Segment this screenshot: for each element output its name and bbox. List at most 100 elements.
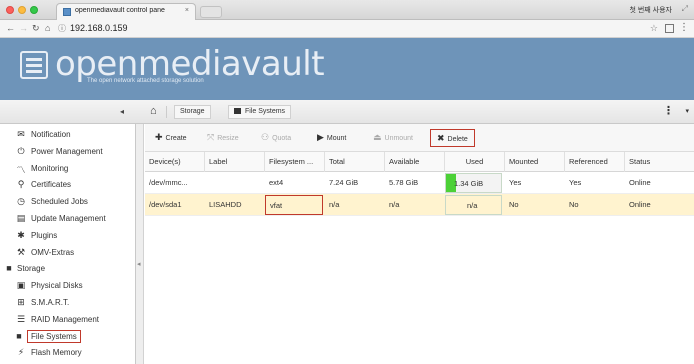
cell-available: 5.78 GiB	[389, 178, 419, 187]
sidebar-item-s-m-a-r-t[interactable]: ⊞ S.M.A.R.T.	[0, 296, 136, 312]
smart-icon: ⊞	[17, 297, 25, 307]
sidebar-item-label: Monitoring	[31, 163, 69, 173]
x-icon: ✖	[437, 133, 445, 143]
profile-label[interactable]: 첫 번째 사용자	[629, 5, 672, 15]
logo-tagline: The open network attached storage soluti…	[87, 78, 204, 84]
column-header-available[interactable]: Available	[385, 152, 445, 172]
cell-referenced: Yes	[569, 178, 582, 187]
used-text: n/a	[467, 201, 478, 210]
breadcrumb-file-systems-label: File Systems	[245, 108, 286, 115]
info-icon[interactable]: ⓘ	[58, 23, 66, 34]
flash-icon: ⚡	[17, 347, 25, 358]
delete-button[interactable]: ✖ Delete	[430, 129, 475, 147]
column-header-used[interactable]: Used	[445, 152, 505, 172]
cell-referenced: No	[569, 200, 579, 209]
sidebar-item-scheduled-jobs[interactable]: ◷ Scheduled Jobs	[0, 195, 136, 211]
toolbar-caret-icon[interactable]: ▾	[685, 107, 689, 115]
new-tab-button[interactable]	[200, 6, 222, 18]
sidebar-item-physical-disks[interactable]: ▣ Physical Disks	[0, 279, 136, 295]
resize-button[interactable]: ⤧ Resize	[201, 129, 245, 147]
browser-menu-icon[interactable]: ⋮	[679, 22, 689, 33]
sidebar-item-label: Scheduled Jobs	[31, 197, 88, 207]
home-icon[interactable]: ⌂	[45, 23, 50, 33]
url-field[interactable]: 192.168.0.159	[70, 23, 128, 33]
sidebar-item-omv-extras[interactable]: ⚒ OMV-Extras	[0, 246, 136, 262]
quota-button[interactable]: ⚇ Quota	[255, 129, 297, 147]
column-header-status[interactable]: Status	[625, 152, 694, 172]
toolbar-menu-icon[interactable]: ⋮	[663, 104, 674, 117]
window-minimize-button[interactable]	[18, 6, 26, 14]
sidebar-item-update-management[interactable]: ▤ Update Management	[0, 212, 136, 228]
column-header-label[interactable]: Label	[205, 152, 265, 172]
certificate-icon: ⚲	[17, 179, 25, 190]
resize-label: Resize	[217, 135, 239, 142]
sidebar-item-label: RAID Management	[31, 314, 100, 324]
forward-icon[interactable]: →	[19, 23, 28, 33]
sidebar-item-plugins[interactable]: ✱ Plugins	[0, 229, 136, 245]
mount-button[interactable]: ▶ Mount	[311, 129, 352, 147]
sidebar-item-flash-memory[interactable]: ⚡ Flash Memory	[0, 346, 136, 362]
sidebar-item-label: File Systems	[27, 329, 81, 343]
sidebar-item-label: Storage	[17, 264, 46, 274]
sidebar-item-raid-management[interactable]: ☰ RAID Management	[0, 313, 136, 329]
create-button[interactable]: ✚ Create	[149, 129, 193, 147]
sidebar-item-storage[interactable]: ■ Storage	[0, 262, 136, 278]
cell-available: n/a	[389, 200, 400, 209]
cell-total: n/a	[329, 200, 340, 209]
eject-icon: ⏏	[373, 132, 382, 142]
window-close-button[interactable]	[6, 6, 14, 14]
sidebar-item-certificates[interactable]: ⚲ Certificates	[0, 178, 136, 194]
sidebar-item-label: Notification	[31, 130, 71, 139]
back-icon[interactable]: ←	[6, 23, 15, 33]
unmount-label: Unmount	[384, 135, 413, 142]
column-header-total[interactable]: Total	[325, 152, 385, 172]
bookmark-star-icon[interactable]: ☆	[650, 23, 658, 34]
create-label: Create	[165, 135, 187, 142]
mail-icon: ✉	[17, 129, 25, 139]
reload-icon[interactable]: ↻	[32, 23, 40, 34]
breadcrumb-home-icon[interactable]: ⌂	[150, 105, 157, 117]
grid-actionbar: ✚ Create ⤧ Resize ⚇ Quota ▶ Mount ⏏ Unmount ✖…	[145, 124, 694, 152]
window-maximize-button[interactable]	[30, 6, 38, 14]
sidebar: ✉ Notification ⏻ Power Management 〽 Monitorin…	[0, 124, 136, 364]
sidebar-item-label: Plugins	[31, 230, 58, 240]
tab-close-icon[interactable]: ×	[185, 7, 189, 14]
delete-label: Delete	[447, 136, 468, 143]
cell-filesystem: vfat	[265, 195, 323, 215]
column-header-mounted[interactable]: Mounted	[505, 152, 565, 172]
cell-mounted: Yes	[509, 178, 522, 187]
grid-header: Device(s) Label Filesystem ... Total Ava…	[145, 152, 694, 172]
storage-icon: ■	[6, 263, 12, 274]
sidebar-item-notification[interactable]: ✉ Notification	[0, 128, 136, 144]
collapse-sidebar-icon[interactable]: ◂	[120, 107, 124, 116]
sidebar-item-monitoring[interactable]: 〽 Monitoring	[0, 162, 136, 178]
resize-icon: ⤧	[207, 132, 215, 142]
table-row[interactable]: /dev/mmc... ext4 7.24 GiB 5.78 GiB 1.34 …	[145, 172, 694, 194]
used-progress-text: 1.34 GiB	[454, 179, 484, 188]
column-header-devices[interactable]: Device(s)	[145, 152, 205, 172]
folder-icon	[234, 108, 241, 114]
folder-icon: ■	[16, 330, 22, 341]
sidebar-item-label: Flash Memory	[31, 348, 82, 358]
fullscreen-icon[interactable]: ⤢	[682, 4, 688, 14]
unmount-button[interactable]: ⏏ Unmount	[367, 129, 419, 147]
table-row-selected[interactable]: /dev/sda1 LISAHDD vfat n/a n/a n/a No No…	[145, 194, 694, 216]
cell-device: /dev/sda1	[149, 200, 182, 209]
sidebar-item-power-management[interactable]: ⏻ Power Management	[0, 145, 136, 161]
browser-tab[interactable]: openmediavault control pane ×	[56, 3, 196, 20]
tab-title: openmediavault control pane	[75, 7, 165, 14]
users-icon: ⚇	[261, 132, 270, 142]
sidebar-splitter[interactable]: ◂	[136, 124, 144, 364]
extension-icon[interactable]	[665, 24, 674, 33]
sidebar-item-file-systems[interactable]: ■ File Systems	[0, 329, 136, 346]
breadcrumb-file-systems[interactable]: File Systems	[228, 105, 292, 119]
splitter-collapse-icon[interactable]: ◂	[137, 260, 141, 268]
mount-label: Mount	[326, 135, 347, 142]
column-header-referenced[interactable]: Referenced	[565, 152, 625, 172]
power-icon: ⏻	[17, 145, 25, 156]
cell-mounted: No	[509, 200, 519, 209]
breadcrumb-storage[interactable]: Storage	[174, 105, 211, 119]
used-cell: n/a	[445, 195, 502, 215]
omv-logo-icon	[20, 51, 48, 79]
column-header-filesystem[interactable]: Filesystem ...	[265, 152, 325, 172]
